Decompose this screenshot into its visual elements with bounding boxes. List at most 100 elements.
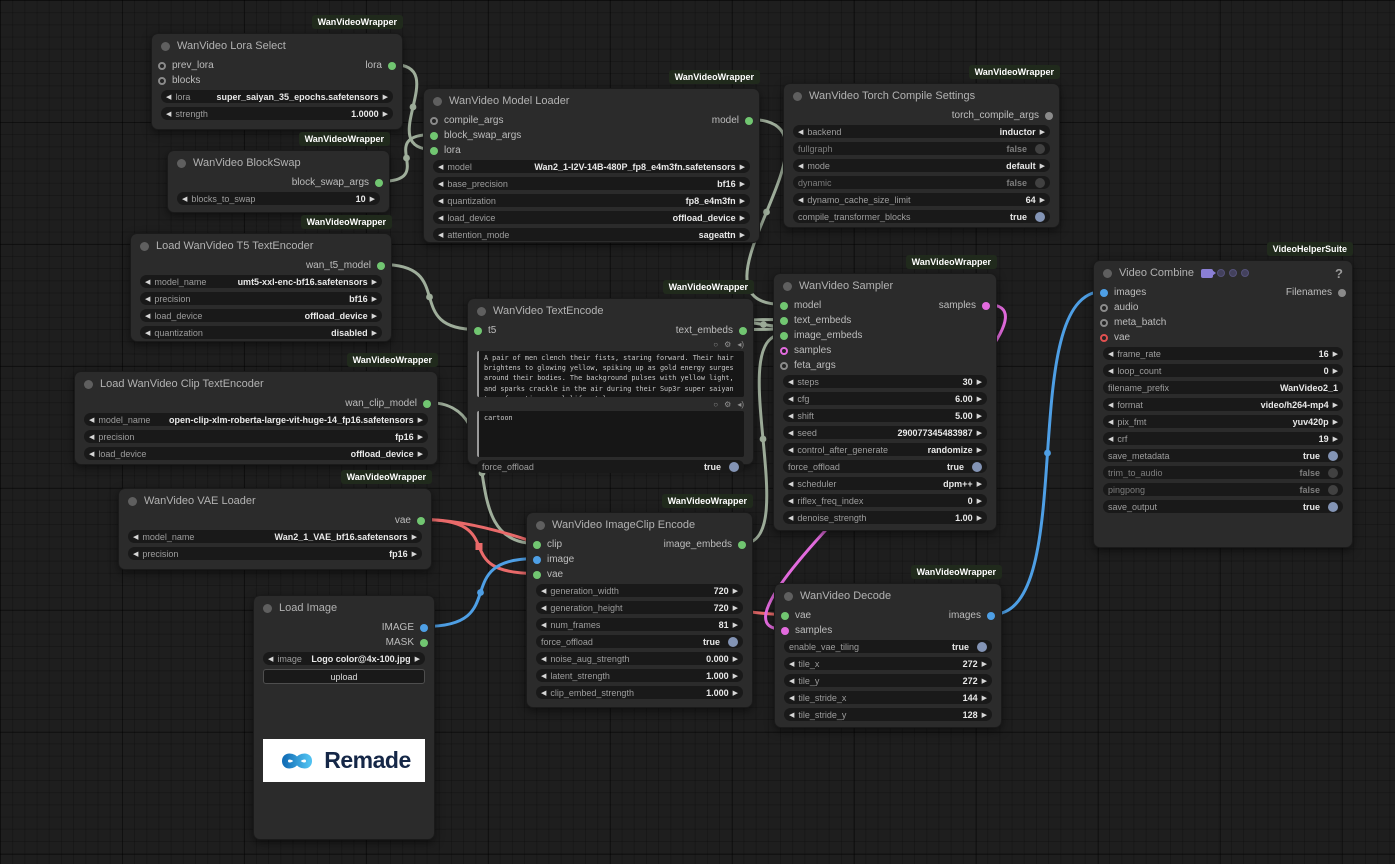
collapse-dot[interactable] bbox=[793, 92, 802, 101]
graph-canvas[interactable]: WanVideoWrapperWanVideo Lora Selectprev_… bbox=[0, 0, 1395, 864]
widget-denoise_strength[interactable]: ◀denoise_strength1.00▶ bbox=[783, 511, 987, 524]
node-lora-select[interactable]: WanVideoWrapperWanVideo Lora Selectprev_… bbox=[151, 33, 403, 130]
decrement-arrow[interactable]: ◀ bbox=[166, 93, 171, 101]
increment-arrow[interactable]: ▶ bbox=[1333, 367, 1338, 375]
toggle-force_offload[interactable]: force_offloadtrue bbox=[477, 460, 744, 473]
input-port-text_embeds[interactable]: text_embeds bbox=[780, 313, 851, 328]
output-port-dot-block_swap_args[interactable] bbox=[375, 179, 383, 187]
widget-strength[interactable]: ◀strength1.0000▶ bbox=[161, 107, 393, 120]
node-imageclip-encode[interactable]: WanVideoWrapperWanVideo ImageClip Encode… bbox=[526, 512, 753, 708]
link-midpoint-dot[interactable] bbox=[476, 543, 483, 550]
toggle-force_offload[interactable]: force_offloadtrue bbox=[536, 635, 743, 648]
output-port-block_swap_args[interactable]: block_swap_args bbox=[292, 175, 383, 190]
collapse-dot[interactable] bbox=[128, 497, 137, 506]
collapse-dot[interactable] bbox=[177, 159, 186, 168]
decrement-arrow[interactable]: ◀ bbox=[438, 163, 443, 171]
input-port-dot-meta_batch[interactable] bbox=[1100, 319, 1108, 327]
output-port-lora[interactable]: lora bbox=[365, 58, 396, 73]
negative-prompt-textarea[interactable]: cartoon bbox=[477, 411, 744, 457]
toggle-knob[interactable] bbox=[1328, 502, 1338, 512]
decrement-arrow[interactable]: ◀ bbox=[133, 533, 138, 541]
increment-arrow[interactable]: ▶ bbox=[412, 550, 417, 558]
widget-quantization[interactable]: ◀quantizationdisabled▶ bbox=[140, 326, 382, 339]
decrement-arrow[interactable]: ◀ bbox=[789, 694, 794, 702]
circle-icon[interactable]: ○ bbox=[713, 341, 718, 349]
increment-arrow[interactable]: ▶ bbox=[740, 197, 745, 205]
collapse-dot[interactable] bbox=[1103, 269, 1112, 278]
link-midpoint-dot[interactable] bbox=[760, 321, 767, 328]
widget-model[interactable]: ◀modelWan2_1-I2V-14B-480P_fp8_e4m3fn.saf… bbox=[433, 160, 750, 173]
decrement-arrow[interactable]: ◀ bbox=[541, 604, 546, 612]
widget-tile_stride_y[interactable]: ◀tile_stride_y128▶ bbox=[784, 708, 992, 721]
collapse-dot[interactable] bbox=[536, 521, 545, 530]
increment-arrow[interactable]: ▶ bbox=[1040, 162, 1045, 170]
output-port-Filenames[interactable]: Filenames bbox=[1286, 285, 1346, 300]
input-port-dot-clip[interactable] bbox=[533, 541, 541, 549]
input-port-dot-vae[interactable] bbox=[1100, 334, 1108, 342]
increment-arrow[interactable]: ▶ bbox=[977, 412, 982, 420]
output-port-dot-torch_compile_args[interactable] bbox=[1045, 112, 1053, 120]
input-port-audio[interactable]: audio bbox=[1100, 300, 1138, 315]
widget-cfg[interactable]: ◀cfg6.00▶ bbox=[783, 392, 987, 405]
toggle-knob[interactable] bbox=[728, 637, 738, 647]
output-port-wan_clip_model[interactable]: wan_clip_model bbox=[345, 396, 431, 411]
toggle-dynamic[interactable]: dynamicfalse bbox=[793, 176, 1050, 189]
link-midpoint-dot[interactable] bbox=[410, 104, 417, 111]
decrement-arrow[interactable]: ◀ bbox=[788, 497, 793, 505]
increment-arrow[interactable]: ▶ bbox=[733, 672, 738, 680]
output-port-dot-MASK[interactable] bbox=[420, 639, 428, 647]
decrement-arrow[interactable]: ◀ bbox=[89, 450, 94, 458]
toggle-trim_to_audio[interactable]: trim_to_audiofalse bbox=[1103, 466, 1343, 479]
decrement-arrow[interactable]: ◀ bbox=[541, 621, 546, 629]
decrement-arrow[interactable]: ◀ bbox=[541, 689, 546, 697]
output-port-text_embeds[interactable]: text_embeds bbox=[676, 323, 747, 338]
decrement-arrow[interactable]: ◀ bbox=[438, 180, 443, 188]
increment-arrow[interactable]: ▶ bbox=[977, 395, 982, 403]
increment-arrow[interactable]: ▶ bbox=[740, 180, 745, 188]
widget-model_name[interactable]: ◀model_nameumt5-xxl-enc-bf16.safetensors… bbox=[140, 275, 382, 288]
increment-arrow[interactable]: ▶ bbox=[982, 711, 987, 719]
widget-filename_prefix[interactable]: filename_prefixWanVideo2_1 bbox=[1103, 381, 1343, 394]
output-port-dot-Filenames[interactable] bbox=[1338, 289, 1346, 297]
toggle-pingpong[interactable]: pingpongfalse bbox=[1103, 483, 1343, 496]
input-port-image[interactable]: image bbox=[533, 552, 574, 567]
decrement-arrow[interactable]: ◀ bbox=[438, 231, 443, 239]
widget-format[interactable]: ◀formatvideo/h264-mp4▶ bbox=[1103, 398, 1343, 411]
decrement-arrow[interactable]: ◀ bbox=[789, 677, 794, 685]
increment-arrow[interactable]: ▶ bbox=[1333, 435, 1338, 443]
increment-arrow[interactable]: ▶ bbox=[982, 694, 987, 702]
decrement-arrow[interactable]: ◀ bbox=[1108, 418, 1113, 426]
toggle-knob[interactable] bbox=[1035, 212, 1045, 222]
widget-riflex_freq_index[interactable]: ◀riflex_freq_index0▶ bbox=[783, 494, 987, 507]
increment-arrow[interactable]: ▶ bbox=[372, 295, 377, 303]
toggle-compile_transformer_blocks[interactable]: compile_transformer_blockstrue bbox=[793, 210, 1050, 223]
decrement-arrow[interactable]: ◀ bbox=[789, 660, 794, 668]
increment-arrow[interactable]: ▶ bbox=[418, 433, 423, 441]
decrement-arrow[interactable]: ◀ bbox=[438, 214, 443, 222]
widget-seed[interactable]: ◀seed290077345483987▶ bbox=[783, 426, 987, 439]
widget-tile_x[interactable]: ◀tile_x272▶ bbox=[784, 657, 992, 670]
widget-num_frames[interactable]: ◀num_frames81▶ bbox=[536, 618, 743, 631]
input-port-feta_args[interactable]: feta_args bbox=[780, 358, 836, 373]
widget-precision[interactable]: ◀precisionbf16▶ bbox=[140, 292, 382, 305]
increment-arrow[interactable]: ▶ bbox=[977, 429, 982, 437]
input-port-block_swap_args[interactable]: block_swap_args bbox=[430, 128, 521, 143]
decrement-arrow[interactable]: ◀ bbox=[133, 550, 138, 558]
upload-button[interactable]: upload bbox=[263, 669, 425, 684]
help-icon[interactable]: ? bbox=[1335, 266, 1343, 281]
decrement-arrow[interactable]: ◀ bbox=[89, 416, 94, 424]
widget-load_device[interactable]: ◀load_deviceoffload_device▶ bbox=[84, 447, 428, 460]
decrement-arrow[interactable]: ◀ bbox=[1108, 350, 1113, 358]
output-port-model[interactable]: model bbox=[712, 113, 753, 128]
widget-backend[interactable]: ◀backendinductor▶ bbox=[793, 125, 1050, 138]
gear-icon[interactable]: ⚙ bbox=[724, 401, 731, 409]
widget-pix_fmt[interactable]: ◀pix_fmtyuv420p▶ bbox=[1103, 415, 1343, 428]
decrement-arrow[interactable]: ◀ bbox=[182, 195, 187, 203]
input-port-clip[interactable]: clip bbox=[533, 537, 562, 552]
circle-icon[interactable]: ○ bbox=[713, 401, 718, 409]
node-sampler[interactable]: WanVideoWrapperWanVideo Samplermodeltext… bbox=[773, 273, 997, 531]
increment-arrow[interactable]: ▶ bbox=[977, 378, 982, 386]
widget-scheduler[interactable]: ◀schedulerdpm++▶ bbox=[783, 477, 987, 490]
link-midpoint-dot[interactable] bbox=[760, 436, 767, 443]
increment-arrow[interactable]: ▶ bbox=[418, 450, 423, 458]
